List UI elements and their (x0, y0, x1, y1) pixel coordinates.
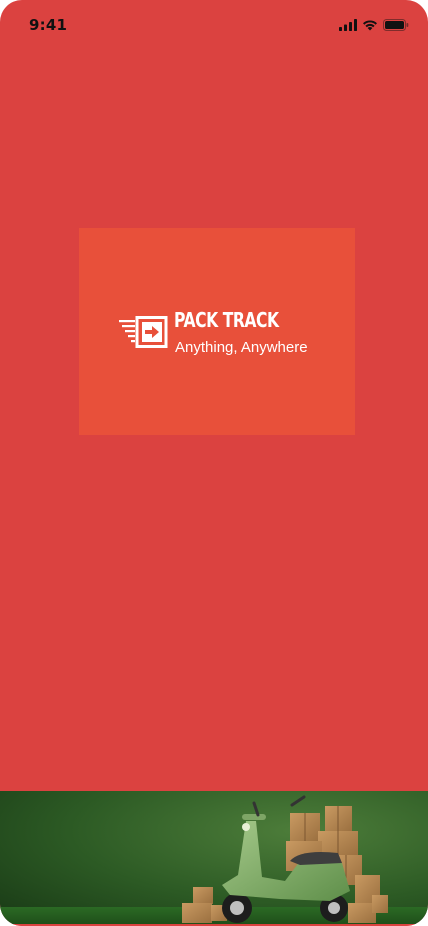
app-title: PACK TRACK (174, 308, 279, 332)
battery-icon (383, 19, 409, 31)
status-bar: 9:41 (0, 0, 428, 50)
splash-screen: 9:41 PACK TRACK Anything, Anywhere (0, 0, 428, 926)
status-time: 9:41 (29, 16, 68, 34)
logo-card: PACK TRACK Anything, Anywhere (79, 228, 355, 435)
fast-forward-box-icon (119, 316, 169, 355)
status-icons (339, 19, 409, 31)
green-scooter-with-parcels-image (0, 791, 428, 924)
wifi-icon (362, 19, 378, 31)
app-tagline: Anything, Anywhere (175, 339, 308, 356)
cellular-signal-icon (339, 19, 357, 31)
